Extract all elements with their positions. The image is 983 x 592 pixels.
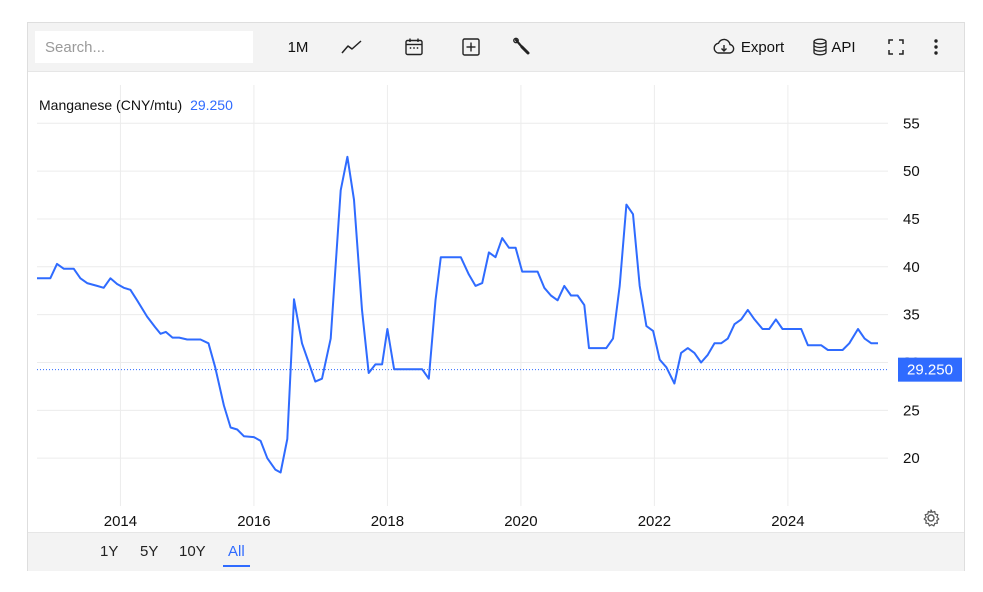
fullscreen-button[interactable]	[880, 23, 912, 71]
line-chart-icon	[341, 40, 362, 54]
database-icon	[813, 38, 828, 56]
gear-icon	[923, 509, 940, 527]
y-tick-label-50: 50	[903, 163, 920, 180]
legend-series-name: Manganese (CNY/mtu)	[39, 97, 182, 113]
range-button-10y[interactable]: 10Y	[179, 533, 206, 571]
plus-box-icon	[462, 38, 480, 56]
compare-button[interactable]	[453, 23, 489, 71]
search-input[interactable]	[35, 31, 253, 63]
y-tick-label-45: 45	[903, 211, 920, 228]
wrench-icon	[513, 37, 530, 55]
legend: Manganese (CNY/mtu) 29.250	[39, 97, 233, 113]
export-button[interactable]: Export	[706, 23, 790, 71]
y-tick-label-40: 40	[903, 259, 920, 276]
api-label: API	[831, 38, 856, 56]
more-vertical-icon	[934, 39, 938, 55]
legend-last-value: 29.250	[190, 97, 233, 113]
fullscreen-icon	[888, 39, 904, 55]
y-tick-label-25: 25	[903, 402, 920, 419]
y-axis: 2025303540455055	[903, 115, 920, 467]
chart-type-button[interactable]	[334, 23, 370, 71]
y-tick-label-35: 35	[903, 307, 920, 324]
x-tick-label-2018: 2018	[371, 513, 404, 530]
y-tick-label-55: 55	[903, 115, 920, 132]
x-tick-label-2024: 2024	[771, 513, 804, 530]
api-button[interactable]: API	[806, 23, 862, 71]
toolbar: 1M Export API	[28, 23, 964, 72]
range-button-1y[interactable]: 1Y	[100, 533, 118, 571]
range-button-5y[interactable]: 5Y	[140, 533, 158, 571]
chart-widget: 1M Export API 2014 2016 2018 2020 2022 20	[27, 22, 965, 571]
last-value-badge-text: 29.250	[907, 362, 953, 379]
tools-button[interactable]	[504, 23, 540, 71]
x-axis: 2014 2016 2018 2020 2022 2024	[104, 513, 805, 530]
range-button-all[interactable]: All	[223, 533, 250, 571]
x-tick-label-2014: 2014	[104, 513, 137, 530]
x-tick-label-2022: 2022	[638, 513, 671, 530]
calendar-icon	[405, 38, 423, 56]
more-menu-button[interactable]	[924, 23, 948, 71]
y-tick-label-20: 20	[903, 450, 920, 467]
x-tick-label-2020: 2020	[504, 513, 537, 530]
date-range-button[interactable]	[396, 23, 432, 71]
last-value-badge: 29.250	[898, 357, 962, 382]
price-chart: 201420162018202020222024 202530354045505…	[37, 85, 962, 530]
export-label: Export	[740, 38, 785, 56]
chart-settings-button[interactable]	[921, 508, 941, 533]
cloud-download-icon	[713, 38, 735, 54]
grid	[37, 85, 888, 506]
interval-button[interactable]: 1M	[278, 23, 318, 71]
range-selector: 1Y 5Y 10Y All	[28, 532, 964, 571]
x-tick-label-2016: 2016	[237, 513, 270, 530]
